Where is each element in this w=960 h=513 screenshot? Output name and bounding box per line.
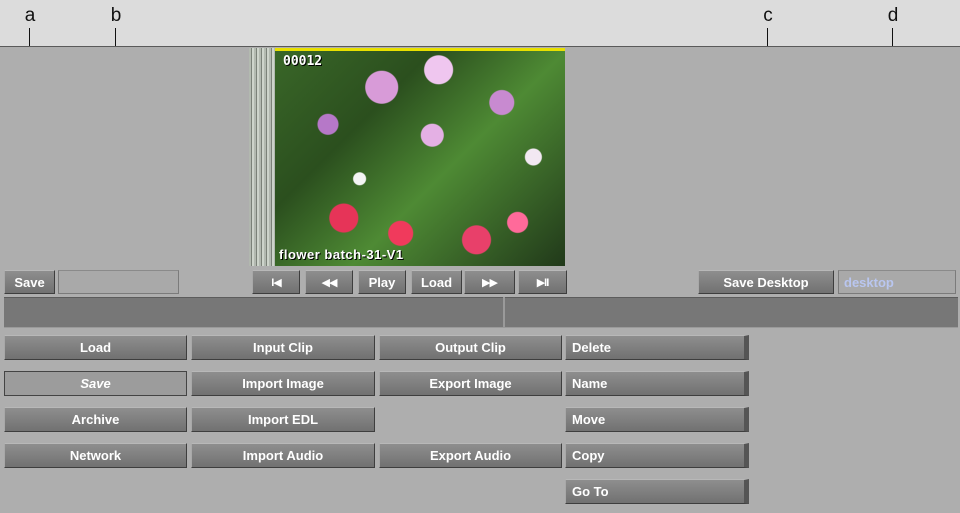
menu-network-button[interactable]: Network [4,443,187,468]
viewer-filmstrip-edge [249,48,275,266]
skip-to-start-icon: I◀ [271,276,281,289]
desktop-name-field[interactable]: desktop [838,270,956,294]
save-button[interactable]: Save [4,270,55,294]
menu-save-button[interactable]: Save [4,371,187,396]
play-button[interactable]: Play [358,270,406,294]
status-strip-divider [503,297,505,328]
menu-export-image-button[interactable]: Export Image [379,371,562,396]
menu-go-to-button[interactable]: Go To [565,479,749,504]
menu-archive-button[interactable]: Archive [4,407,187,432]
menu-import-image-button[interactable]: Import Image [191,371,375,396]
forward-button[interactable]: ▶▶ [464,270,515,294]
status-strip [4,297,958,328]
menu-export-audio-button[interactable]: Export Audio [379,443,562,468]
top-band [0,0,960,46]
play-pause-icon: ▶II [536,276,550,289]
menu-move-button[interactable]: Move [565,407,749,432]
callout-b: b [110,5,122,26]
callout-c: c [763,5,773,26]
viewer-marker-line [275,48,565,51]
menu-output-clip-button[interactable]: Output Clip [379,335,562,360]
fast-forward-icon: ▶▶ [482,276,498,289]
menu-delete-button[interactable]: Delete [565,335,749,360]
clip-viewer[interactable]: 00012 flower batch-31-V1 [249,48,565,266]
rewind-icon: ◀◀ [321,276,338,289]
menu-name-button[interactable]: Name [565,371,749,396]
menu-copy-button[interactable]: Copy [565,443,749,468]
viewer-timecode: 00012 [283,54,323,69]
save-desktop-button[interactable]: Save Desktop [698,270,834,294]
menu-input-clip-button[interactable]: Input Clip [191,335,375,360]
rewind-button[interactable]: ◀◀ [305,270,353,294]
load-clip-button[interactable]: Load [411,270,462,294]
viewer-clip-name: flower batch-31-V1 [279,247,404,262]
menu-load-button[interactable]: Load [4,335,187,360]
callout-a: a [24,5,36,26]
first-frame-button[interactable]: I◀ [252,270,300,294]
save-name-field[interactable] [58,270,179,294]
menu-import-audio-button[interactable]: Import Audio [191,443,375,468]
callout-d: d [887,5,899,26]
last-frame-button[interactable]: ▶II [518,270,567,294]
menu-import-edl-button[interactable]: Import EDL [191,407,375,432]
